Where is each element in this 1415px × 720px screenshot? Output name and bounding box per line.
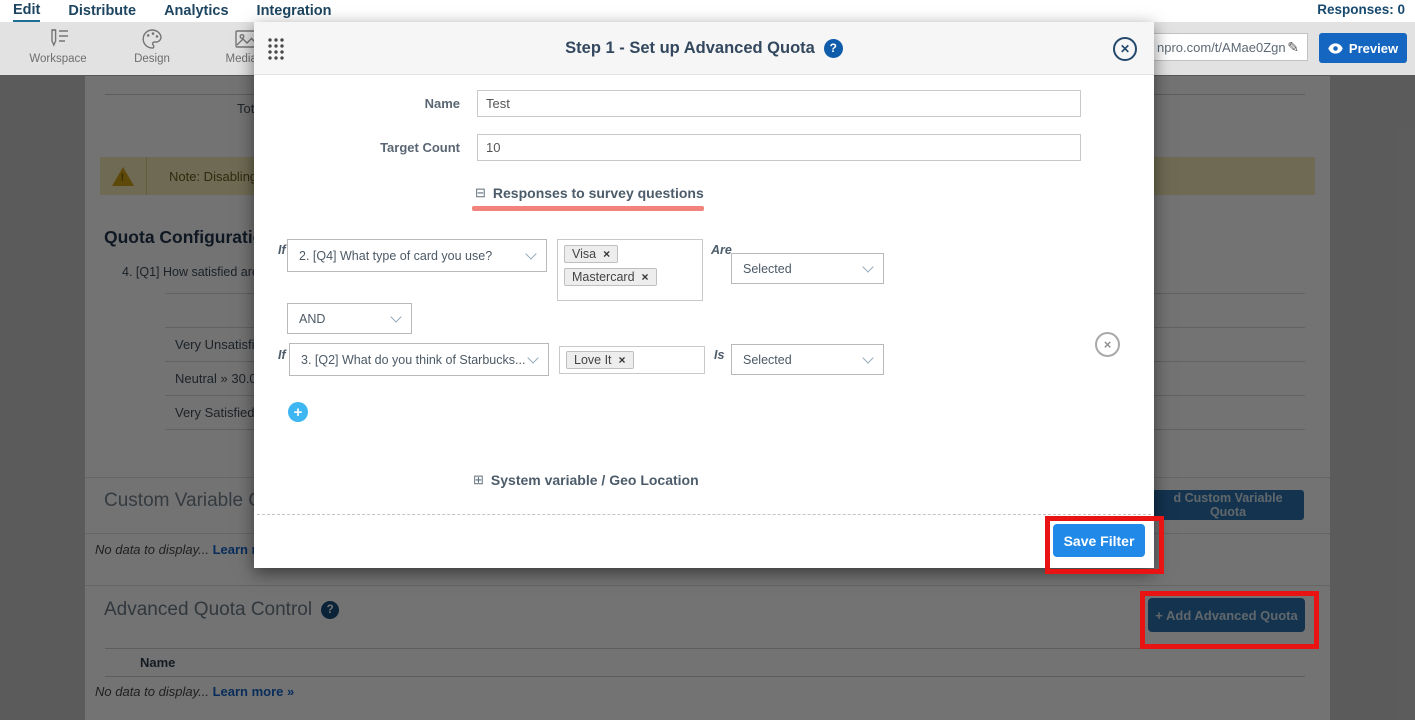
condition1-question-value: 2. [Q4] What type of card you use? — [299, 249, 492, 263]
expand-plus-icon: ⊞ — [473, 472, 484, 488]
survey-app-page: Edit Distribute Analytics Integration Re… — [0, 0, 1415, 720]
chip-label: Visa — [572, 247, 596, 261]
toolbar-item-label: Design — [134, 53, 170, 65]
chip-remove-icon[interactable]: × — [619, 354, 626, 366]
condition1-are-label: Are — [711, 243, 732, 257]
chevron-down-icon — [527, 352, 538, 363]
target-count-input[interactable] — [477, 134, 1081, 161]
system-variable-section-label: System variable / Geo Location — [491, 472, 699, 488]
condition2-operator-value: Selected — [743, 353, 792, 367]
chevron-down-icon — [862, 352, 873, 363]
chip-label: Love It — [574, 353, 612, 367]
toolbar-item-workspace[interactable]: Workspace — [10, 27, 106, 65]
condition1-answers-box[interactable]: Visa × Mastercard × — [557, 239, 703, 301]
survey-url-text: npro.com/t/AMae0Zgn — [1157, 40, 1286, 55]
chevron-down-icon — [525, 248, 536, 259]
modal-title-row: Step 1 - Set up Advanced Quota ? — [254, 22, 1154, 74]
save-filter-button[interactable]: Save Filter — [1053, 524, 1145, 557]
footer-dashed-divider — [257, 514, 1151, 515]
toolbar-item-design[interactable]: Design — [104, 27, 200, 65]
workspace-icon — [10, 27, 106, 53]
collapse-minus-icon: ⊟ — [475, 185, 486, 201]
condition2-question-select[interactable]: 3. [Q2] What do you think of Starbucks..… — [289, 343, 549, 376]
responses-section-toggle[interactable]: ⊟ Responses to survey questions — [475, 185, 704, 201]
modal-header: Step 1 - Set up Advanced Quota ? ✕ — [254, 22, 1154, 75]
tab-integration[interactable]: Integration — [257, 1, 332, 21]
eye-icon — [1328, 43, 1343, 54]
chevron-down-icon — [862, 261, 873, 272]
responses-count: Responses: 0 — [1317, 2, 1405, 17]
tab-edit[interactable]: Edit — [13, 0, 40, 22]
chip-remove-icon[interactable]: × — [642, 271, 649, 283]
chevron-down-icon — [390, 311, 401, 322]
name-field-label: Name — [254, 96, 460, 111]
design-palette-icon — [104, 27, 200, 53]
preview-button[interactable]: Preview — [1319, 33, 1407, 63]
condition1-if-label: If — [278, 243, 286, 257]
condition1-question-select[interactable]: 2. [Q4] What type of card you use? — [287, 239, 547, 272]
chip-remove-icon[interactable]: × — [603, 248, 610, 260]
condition2-answers-box[interactable]: Love It × — [559, 346, 705, 374]
logic-operator-select[interactable]: AND — [287, 303, 412, 334]
condition2-operator-select[interactable]: Selected — [731, 344, 884, 375]
top-navigation: Edit Distribute Analytics Integration Re… — [0, 0, 1415, 22]
condition2-question-value: 3. [Q2] What do you think of Starbucks..… — [301, 353, 525, 367]
target-count-field-label: Target Count — [254, 140, 460, 155]
name-input[interactable] — [477, 90, 1081, 117]
responses-section-label: Responses to survey questions — [493, 185, 704, 201]
condition2-if-label: If — [278, 348, 286, 362]
system-variable-section-toggle[interactable]: ⊞ System variable / Geo Location — [473, 472, 699, 488]
modal-title: Step 1 - Set up Advanced Quota — [565, 39, 815, 58]
chip-love-it: Love It × — [566, 351, 634, 369]
advanced-quota-modal: Step 1 - Set up Advanced Quota ? ✕ Name … — [254, 22, 1154, 568]
preview-label: Preview — [1349, 41, 1398, 56]
toolbar-item-label: Workspace — [29, 53, 86, 65]
condition1-operator-value: Selected — [743, 262, 792, 276]
chip-label: Mastercard — [572, 270, 635, 284]
drag-handle-icon[interactable] — [267, 37, 284, 60]
remove-condition-icon[interactable]: × — [1095, 332, 1120, 357]
edit-url-pencil-icon[interactable]: ✎ — [1287, 39, 1299, 56]
add-condition-icon[interactable]: + — [288, 402, 308, 422]
chip-mastercard: Mastercard × — [564, 268, 657, 286]
tab-distribute[interactable]: Distribute — [68, 1, 136, 21]
help-icon[interactable]: ? — [824, 39, 843, 58]
section-underline-highlight — [472, 206, 704, 211]
close-icon[interactable]: ✕ — [1113, 37, 1137, 61]
condition2-is-label: Is — [714, 348, 724, 362]
logic-operator-value: AND — [299, 312, 325, 326]
condition1-operator-select[interactable]: Selected — [731, 253, 884, 284]
tab-analytics[interactable]: Analytics — [164, 1, 228, 21]
nav-tabs: Edit Distribute Analytics Integration — [13, 0, 331, 22]
survey-url-field[interactable]: npro.com/t/AMae0Zgn ✎ — [1148, 33, 1308, 61]
chip-visa: Visa × — [564, 245, 618, 263]
